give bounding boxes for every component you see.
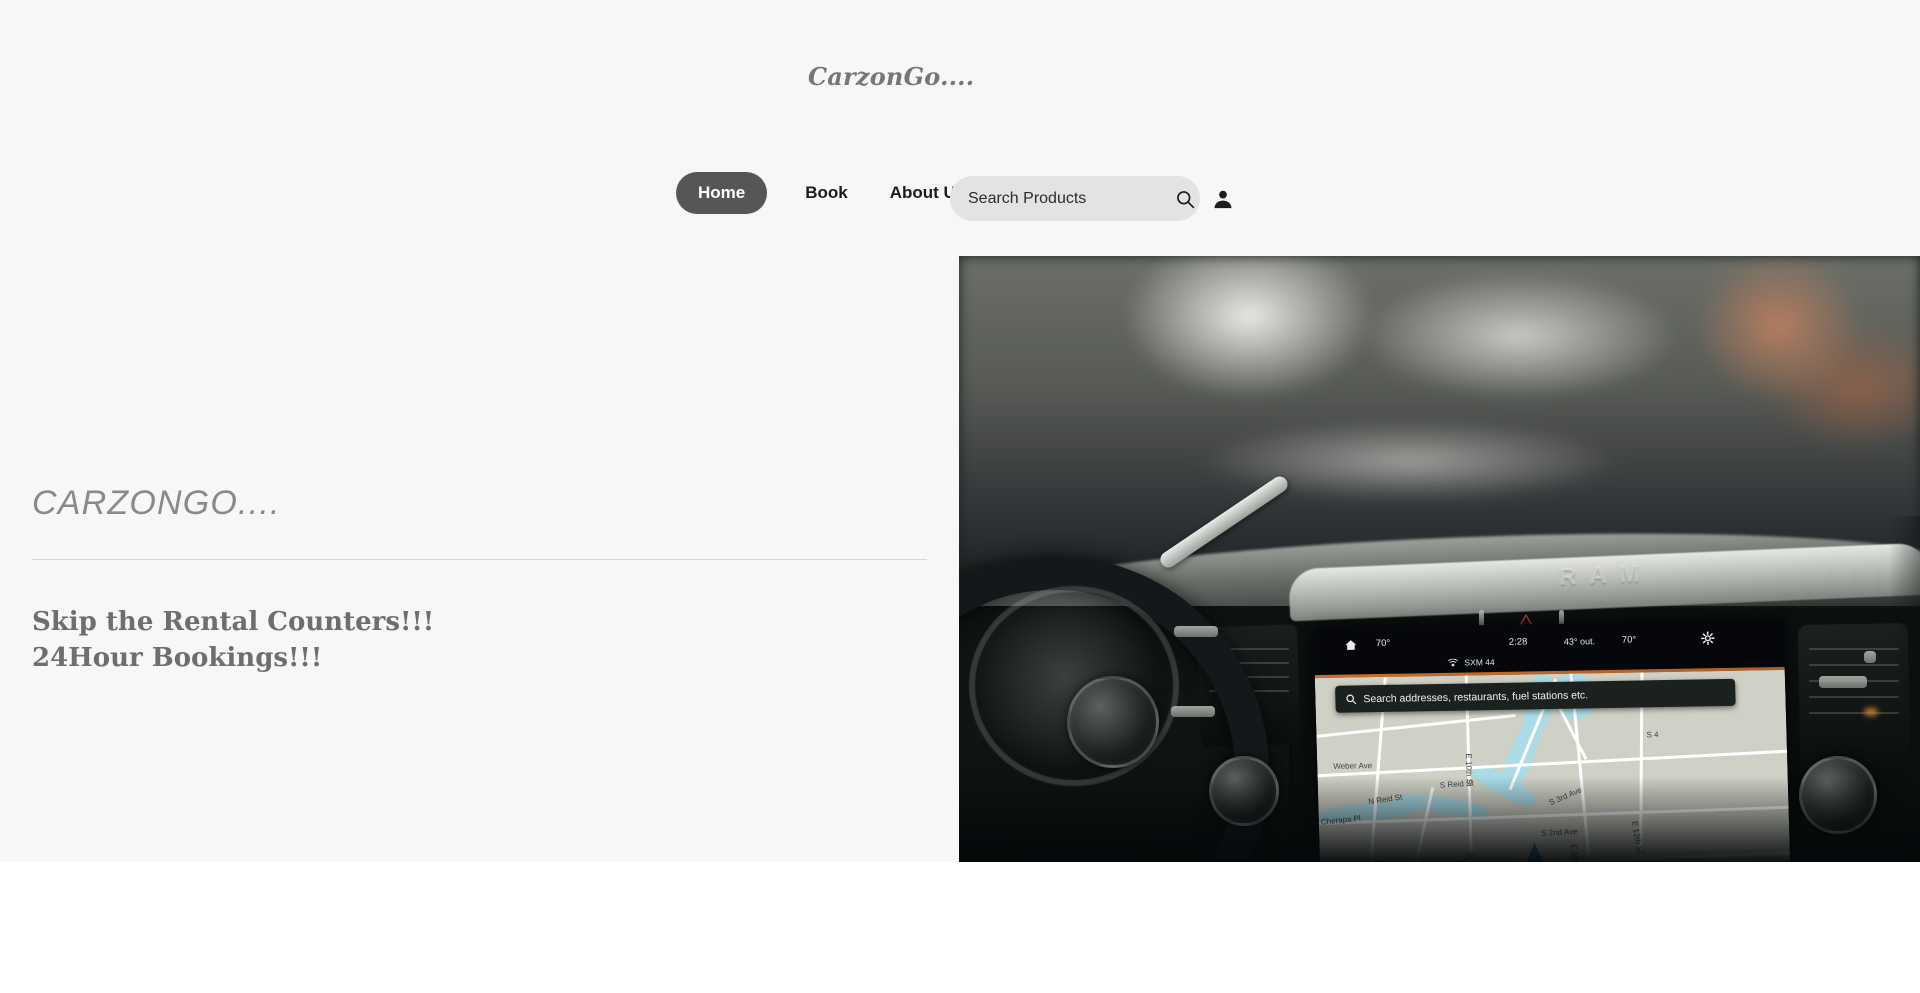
- nav-item-book[interactable]: Book: [801, 183, 852, 203]
- map-label: Weber Ave: [1333, 761, 1373, 771]
- vent-slat: [1809, 696, 1899, 698]
- climate-temp-left: 70°: [1375, 637, 1391, 650]
- search-icon[interactable]: [1175, 189, 1195, 209]
- hero-content: CARZONGO.... Skip the Rental Counters!!!…: [0, 256, 959, 993]
- dash-button: [1171, 706, 1215, 717]
- brand-bar: CarzonGo....: [0, 0, 1920, 122]
- home-icon[interactable]: [1344, 638, 1358, 651]
- hero-image-bottom-shadow: [959, 776, 1920, 866]
- dashboard-indicator-glow: [1864, 708, 1878, 716]
- cookie-consent-banner: This site uses third-party website track…: [0, 862, 1920, 993]
- site-logo[interactable]: CarzonGo....: [808, 62, 974, 91]
- search-input[interactable]: [968, 189, 1175, 208]
- instrument-cluster: [969, 586, 1179, 786]
- page-title: CARZONGO....: [32, 484, 281, 522]
- radio-signal-icon: [1447, 658, 1458, 667]
- page-root: CarzonGo.... Home Book About Us ··· CARZ…: [0, 0, 1920, 993]
- map-search-placeholder: Search addresses, restaurants, fuel stat…: [1363, 688, 1589, 705]
- hero-heading-line-2: 24Hour Bookings!!!: [32, 643, 323, 673]
- clock-display: 2:28: [1508, 636, 1528, 648]
- ram-brand-badge: RAM: [1558, 560, 1654, 591]
- gear-icon[interactable]: [1700, 631, 1715, 646]
- control-knob-left: [1067, 676, 1159, 768]
- hero-heading-line-1: Skip the Rental Counters!!!: [32, 607, 435, 637]
- radio-channel-label: SXM 44: [1464, 656, 1495, 668]
- outside-temperature: 43° out.: [1563, 636, 1596, 647]
- hero-heading: Skip the Rental Counters!!! 24Hour Booki…: [32, 604, 434, 676]
- dash-button: [1174, 626, 1218, 637]
- map-search-bar[interactable]: Search addresses, restaurants, fuel stat…: [1335, 678, 1736, 713]
- vent-slat: [1809, 664, 1899, 666]
- climate-temp-right: 70°: [1621, 634, 1637, 646]
- map-label: S 4: [1646, 730, 1659, 740]
- hero-image-car-dashboard: RAM 70° 2:28 43° out. 70° SXM 44 Weber A…: [959, 256, 1920, 866]
- sidebar-item-home[interactable]: Home: [676, 172, 768, 214]
- hero-image-background-blur: [959, 256, 1920, 566]
- hero-divider: [32, 559, 927, 560]
- dash-button: [1819, 676, 1867, 688]
- search-icon[interactable]: [1345, 693, 1357, 705]
- vent-slat: [1809, 648, 1899, 650]
- vent-slat: [1809, 712, 1899, 714]
- dash-indicator: [1864, 651, 1876, 663]
- search-box[interactable]: [950, 176, 1200, 221]
- person-icon[interactable]: [1212, 188, 1234, 210]
